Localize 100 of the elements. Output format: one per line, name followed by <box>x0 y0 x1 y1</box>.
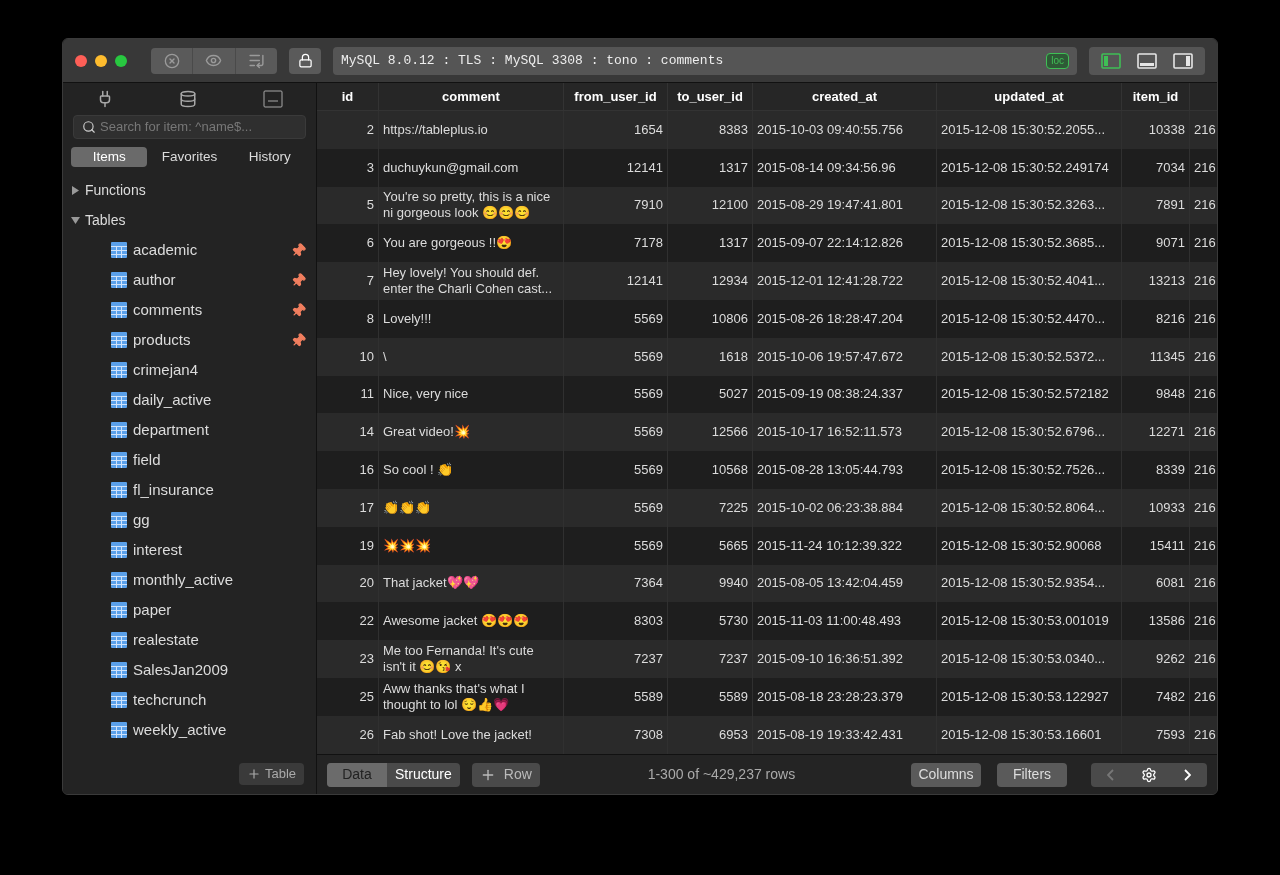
table-cell: 7237 <box>668 640 753 678</box>
table-cell: 10568 <box>668 451 753 489</box>
table-row[interactable]: 10 \ 5569 1618 2015-10-06 19:57:47.672 2015-12-08 15:30:52.5372... 11345 216 <box>317 337 1217 376</box>
zoom-button[interactable] <box>115 54 127 67</box>
toolbar-button[interactable]: Filters <box>997 762 1067 787</box>
table-item[interactable]: products <box>63 325 316 355</box>
table-cell: 216 <box>1190 677 1217 716</box>
table-cell: 5665 <box>668 526 753 565</box>
column-header[interactable]: updated_at <box>937 83 1122 110</box>
table-item[interactable]: monthly_active <box>63 565 316 595</box>
table-cell: 5569 <box>564 488 668 527</box>
table-cell: 216 <box>1190 488 1217 527</box>
table-cell: 2015-08-19 19:33:42.431 <box>753 715 937 754</box>
table-cell: \ <box>379 337 564 376</box>
column-header[interactable]: comment <box>379 83 564 110</box>
table-row[interactable]: 5 You're so pretty, this is a nice ni gorgeous look 😊😊😊 7910 12100 2015-08-29 19:47:41.801 2015-12-08 15:30:52.3263... 7891 216 <box>317 186 1217 225</box>
column-header[interactable]: from_user_id <box>564 83 668 110</box>
table-item[interactable]: paper <box>63 595 316 625</box>
toolbar-button[interactable]: Columns <box>911 762 981 787</box>
table-item[interactable]: techcrunch <box>63 685 316 715</box>
table-cell: https://tableplus.io <box>379 111 564 149</box>
table-item[interactable]: crimejan4 <box>63 355 316 385</box>
table-row[interactable]: 7 Hey lovely! You should def. enter the Charli Cohen cast... 12141 12934 2015-12-01 12:41:28.722 2015-12-08 15:30:52.4041... 13213 216 <box>317 262 1217 300</box>
table-cell: 11345 <box>1122 337 1190 376</box>
table-item[interactable]: gg <box>63 505 316 535</box>
table-icon <box>111 422 127 438</box>
column-header[interactable]: to_user_id <box>668 83 753 110</box>
table-cell: 2015-08-26 18:28:47.204 <box>753 300 937 338</box>
table-icon <box>111 662 127 678</box>
table-item[interactable]: author <box>63 265 316 295</box>
table-cell: 216 <box>1190 715 1217 754</box>
table-cell: 12934 <box>668 262 753 300</box>
table-cell: Me too Fernanda! It's cute isn't it 😊😘 x <box>379 640 564 678</box>
table-icon <box>111 692 127 708</box>
table-icon <box>111 362 127 378</box>
table-cell: 6953 <box>668 715 753 754</box>
table-cell: 23 <box>317 640 379 678</box>
table-row[interactable]: 23 Me too Fernanda! It's cute isn't it 😊😘 x 7237 7237 2015-09-10 16:36:51.392 2015-12-08 15:30:53.0340... 9262 216 <box>317 640 1217 678</box>
table-cell: 7237 <box>564 640 668 678</box>
table-item[interactable]: weekly_active <box>63 715 316 745</box>
lock-button[interactable] <box>289 47 321 74</box>
minimize-button[interactable] <box>95 54 107 67</box>
table-cell: 1317 <box>668 148 753 187</box>
table-cell: 216 <box>1190 262 1217 300</box>
sidebar-tab[interactable]: Favorites <box>151 147 228 167</box>
column-header[interactable]: id <box>317 83 379 110</box>
tree-section[interactable]: Tables <box>63 205 316 235</box>
table-row[interactable]: 20 That jacket💖💖 7364 9940 2015-08-05 13:42:04.459 2015-12-08 15:30:52.9354... 6081 216 <box>317 564 1217 603</box>
table-cell: 7034 <box>1122 148 1190 187</box>
table-item[interactable]: daily_active <box>63 385 316 415</box>
table-row[interactable]: 26 Fab shot! Love the jacket! 7308 6953 2015-08-19 19:33:42.431 2015-12-08 15:30:53.16601 7593 216 <box>317 715 1217 754</box>
table-cell: So cool ! 👏 <box>379 451 564 489</box>
table-cell: 2015-12-08 15:30:53.0340... <box>937 640 1122 678</box>
table-item[interactable]: department <box>63 415 316 445</box>
table-cell: 10 <box>317 337 379 376</box>
sidebar-tab[interactable]: History <box>231 147 308 167</box>
database-icon[interactable] <box>179 90 198 108</box>
close-button[interactable] <box>75 54 87 67</box>
table-cell: 17 <box>317 488 379 527</box>
table-cell: 2015-12-08 15:30:53.16601 <box>937 715 1122 754</box>
table-cell: 25 <box>317 677 379 716</box>
add-table-button[interactable]: Table <box>238 763 304 785</box>
table-icon <box>111 602 127 618</box>
table-item[interactable]: comments <box>63 295 316 325</box>
table-item[interactable]: interest <box>63 535 316 565</box>
table-cell: 19 <box>317 526 379 565</box>
table-icon <box>111 452 127 468</box>
table-cell: 2015-12-08 15:30:52.4041... <box>937 262 1122 300</box>
column-header[interactable]: created_at <box>753 83 937 110</box>
sidebar-tab[interactable]: Items <box>71 147 148 167</box>
table-cell: 2015-12-08 15:30:52.7526... <box>937 451 1122 489</box>
collapsed-caret-icon <box>71 185 81 195</box>
view-tab[interactable]: Structure <box>387 762 460 787</box>
search-icon <box>82 120 96 134</box>
table-item[interactable]: academic <box>63 235 316 265</box>
table-icon <box>111 722 127 738</box>
add-row-button[interactable]: Row <box>471 762 540 787</box>
table-item[interactable]: realestate <box>63 625 316 655</box>
table-icon <box>111 512 127 528</box>
table-cell: 8 <box>317 300 379 338</box>
row-count-text: 1-300 of ~429,237 rows <box>646 765 797 784</box>
table-cell: 3 <box>317 148 379 187</box>
table-row[interactable]: 14 Great video!💥 5569 12566 2015-10-17 16:52:11.573 2015-12-08 15:30:52.6796... 12271 216 <box>317 413 1217 452</box>
table-cell: Hey lovely! You should def. enter the Charli Cohen cast... <box>379 262 564 300</box>
table-cell: 2015-12-01 12:41:28.722 <box>753 262 937 300</box>
table-cell: 216 <box>1190 640 1217 678</box>
table-cell: 2015-08-28 13:05:44.793 <box>753 451 937 489</box>
table-item[interactable]: field <box>63 445 316 475</box>
table-cell: 216 <box>1190 451 1217 489</box>
search-input[interactable]: Search for item: ^name$... <box>100 117 297 137</box>
panel-layout-icon <box>1173 52 1193 69</box>
table-cell: 10933 <box>1122 488 1190 527</box>
column-header[interactable]: item_id <box>1122 83 1190 110</box>
table-cell: 1654 <box>564 111 668 149</box>
table-item[interactable]: SalesJan2009 <box>63 655 316 685</box>
tree-section[interactable]: Functions <box>63 175 316 205</box>
table-row[interactable]: 2 https://tableplus.io 1654 8383 2015-10-03 09:40:55.756 2015-12-08 15:30:52.2055... 10338 216 <box>317 111 1217 149</box>
table-item[interactable]: fl_insurance <box>63 475 316 505</box>
table-row[interactable]: 17 👏👏👏 5569 7225 2015-10-02 06:23:38.884 2015-12-08 15:30:52.8064... 10933 216 <box>317 488 1217 527</box>
search-field[interactable]: Search for item: ^name$... <box>73 115 306 139</box>
